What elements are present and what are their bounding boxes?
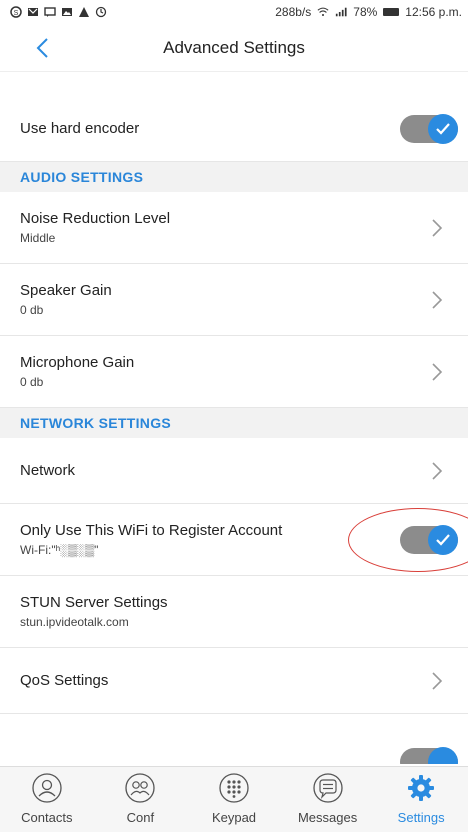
- tab-label: Settings: [397, 810, 445, 825]
- svg-text:S: S: [14, 10, 19, 17]
- chevron-right-icon: [432, 461, 443, 480]
- tab-keypad[interactable]: Keypad: [187, 767, 281, 832]
- network-speed: 288b/s: [275, 5, 312, 19]
- chevron-right-icon: [432, 290, 443, 309]
- settings-gear-icon: [404, 771, 438, 805]
- settings-list: Use hard encoder AUDIO SETTINGS Noise Re…: [0, 96, 468, 764]
- hard-encoder-row[interactable]: Use hard encoder: [0, 96, 468, 162]
- audio-settings-header: AUDIO SETTINGS: [0, 162, 468, 192]
- toggle-knob: [428, 747, 458, 764]
- tab-contacts[interactable]: Contacts: [0, 767, 94, 832]
- noise-reduction-row[interactable]: Noise Reduction Level Middle: [0, 192, 468, 264]
- bottom-tab-bar: Contacts Conf Keypad Messages Settings: [0, 766, 468, 832]
- signal-icon: [335, 6, 347, 18]
- speaker-gain-row[interactable]: Speaker Gain 0 db: [0, 264, 468, 336]
- check-icon: [436, 533, 450, 546]
- hard-encoder-toggle[interactable]: [400, 113, 458, 144]
- tab-settings[interactable]: Settings: [374, 767, 468, 832]
- partial-toggle[interactable]: [400, 747, 458, 764]
- network-row[interactable]: Network: [0, 438, 468, 504]
- toggle-knob: [428, 524, 458, 555]
- qos-settings-label: QoS Settings: [20, 672, 109, 689]
- status-right: 288b/s 78% 12:56 p.m.: [275, 5, 462, 19]
- notification-icons: S: [10, 6, 107, 18]
- network-settings-header: NETWORK SETTINGS: [0, 408, 468, 438]
- gallery-icon: [61, 6, 73, 18]
- speaker-gain-value: 0 db: [20, 303, 44, 317]
- contacts-icon: [30, 771, 64, 805]
- speaker-gain-label: Speaker Gain: [20, 282, 112, 299]
- check-icon: [436, 122, 450, 135]
- stun-server-label: STUN Server Settings: [20, 594, 168, 611]
- chevron-left-icon: [36, 38, 48, 58]
- wifi-icon: [317, 6, 329, 18]
- messages-icon: [311, 771, 345, 805]
- microphone-gain-value: 0 db: [20, 375, 44, 389]
- chevron-right-icon: [432, 362, 443, 381]
- microphone-gain-label: Microphone Gain: [20, 354, 135, 371]
- keypad-icon: [217, 771, 251, 805]
- page-title: Advanced Settings: [163, 37, 305, 57]
- tab-label: Messages: [297, 810, 358, 825]
- partial-row[interactable]: [0, 714, 468, 764]
- wifi-only-row[interactable]: Only Use This WiFi to Register Account W…: [0, 504, 468, 576]
- stun-server-value: stun.ipvideotalk.com: [20, 615, 129, 629]
- tab-messages[interactable]: Messages: [281, 767, 375, 832]
- chevron-right-icon: [432, 671, 443, 690]
- status-bar: S 288b/s 78% 12:56 p.m.: [0, 0, 468, 24]
- microphone-gain-row[interactable]: Microphone Gain 0 db: [0, 336, 468, 408]
- battery-icon: [383, 8, 400, 16]
- sync-icon: [95, 6, 107, 18]
- tab-conf[interactable]: Conf: [94, 767, 188, 832]
- clock: 12:56 p.m.: [405, 5, 462, 19]
- skype-icon: S: [10, 6, 22, 18]
- wifi-only-toggle[interactable]: [348, 507, 468, 572]
- qos-settings-row[interactable]: QoS Settings: [0, 648, 468, 714]
- tab-label: Keypad: [211, 810, 257, 825]
- app-header: Advanced Settings: [0, 24, 468, 72]
- message-icon: [44, 6, 56, 18]
- toggle-knob: [428, 113, 458, 144]
- noise-reduction-label: Noise Reduction Level: [20, 210, 171, 227]
- chevron-right-icon: [432, 218, 443, 237]
- stun-server-row[interactable]: STUN Server Settings stun.ipvideotalk.co…: [0, 576, 468, 648]
- conference-icon: [123, 771, 157, 805]
- noise-reduction-value: Middle: [20, 231, 56, 245]
- warning-icon: [78, 6, 90, 18]
- network-label: Network: [20, 462, 76, 479]
- gmail-icon: [27, 6, 39, 18]
- battery-percent: 78%: [353, 5, 378, 19]
- back-button[interactable]: [24, 30, 60, 66]
- tab-label: Conf: [126, 810, 155, 825]
- tab-label: Contacts: [21, 810, 73, 825]
